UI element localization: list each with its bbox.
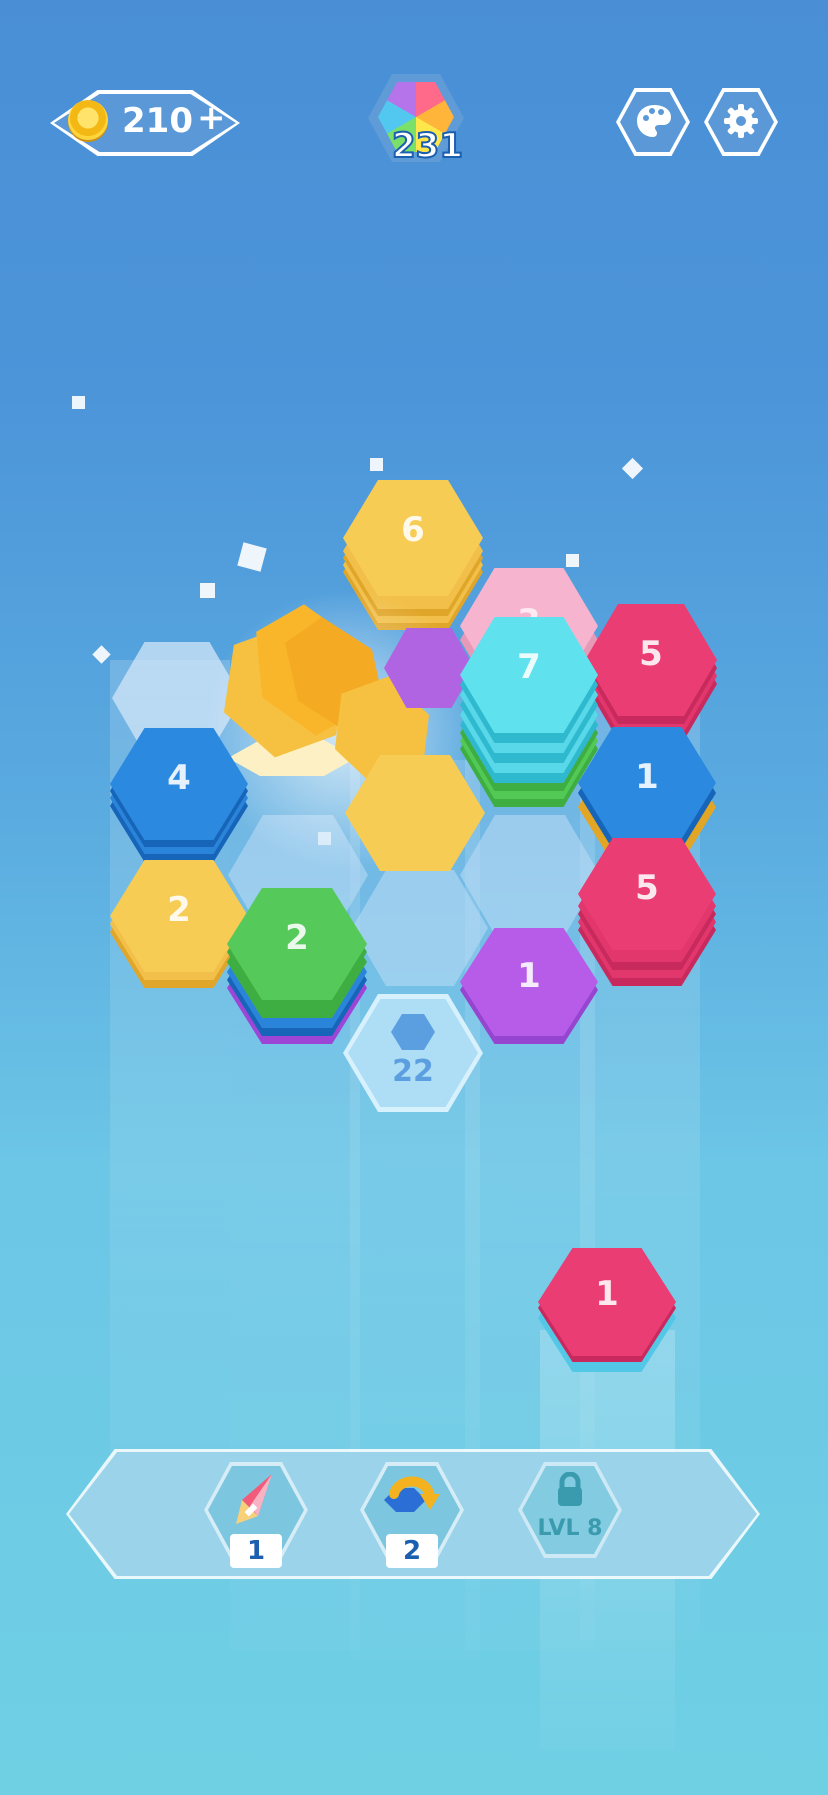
coin-icon: [68, 100, 108, 140]
add-coins-button[interactable]: +: [197, 98, 226, 138]
stack-count: 5: [635, 868, 659, 908]
locked-booster-slot[interactable]: LVL 8: [518, 1462, 622, 1558]
stack-count: 4: [167, 758, 191, 798]
stack-count: 2: [285, 918, 309, 958]
confetti: [92, 645, 111, 664]
rocket-count: 1: [246, 1536, 266, 1566]
coin-amount: 210: [122, 101, 193, 141]
stack-count: 1: [517, 956, 541, 996]
unlock-level-label: LVL 8: [537, 1516, 603, 1541]
confetti: [200, 583, 215, 598]
stack-count: 1: [595, 1274, 619, 1314]
swap-arrow-icon: [384, 1476, 440, 1512]
stack-count: 1: [635, 757, 659, 797]
rocket-icon: [236, 1474, 272, 1524]
swap-booster-button[interactable]: 2: [360, 1462, 464, 1570]
hex-stack-pink-5[interactable]: 5: [585, 604, 717, 740]
palette-icon: [637, 105, 671, 137]
gear-icon: [724, 104, 758, 138]
confetti: [621, 457, 644, 480]
stack-count: 5: [639, 634, 663, 674]
next-stack-pink-1[interactable]: 1: [538, 1248, 676, 1372]
hex-stack-blue-4[interactable]: 4: [110, 728, 248, 862]
rocket-booster-button[interactable]: 1: [204, 1462, 308, 1570]
confetti: [566, 554, 579, 567]
confetti: [72, 396, 85, 409]
locked-cell[interactable]: 22: [343, 994, 483, 1112]
unlock-count: 22: [392, 1054, 434, 1089]
swap-count: 2: [402, 1536, 422, 1566]
confetti: [370, 458, 383, 471]
level-number: 231: [391, 125, 464, 167]
stack-count: 6: [401, 510, 425, 550]
stack-count: 7: [517, 647, 541, 687]
confetti: [237, 542, 267, 572]
hex-stack-pink-5-lower[interactable]: 5: [578, 838, 716, 986]
lock-icon: [558, 1472, 582, 1506]
